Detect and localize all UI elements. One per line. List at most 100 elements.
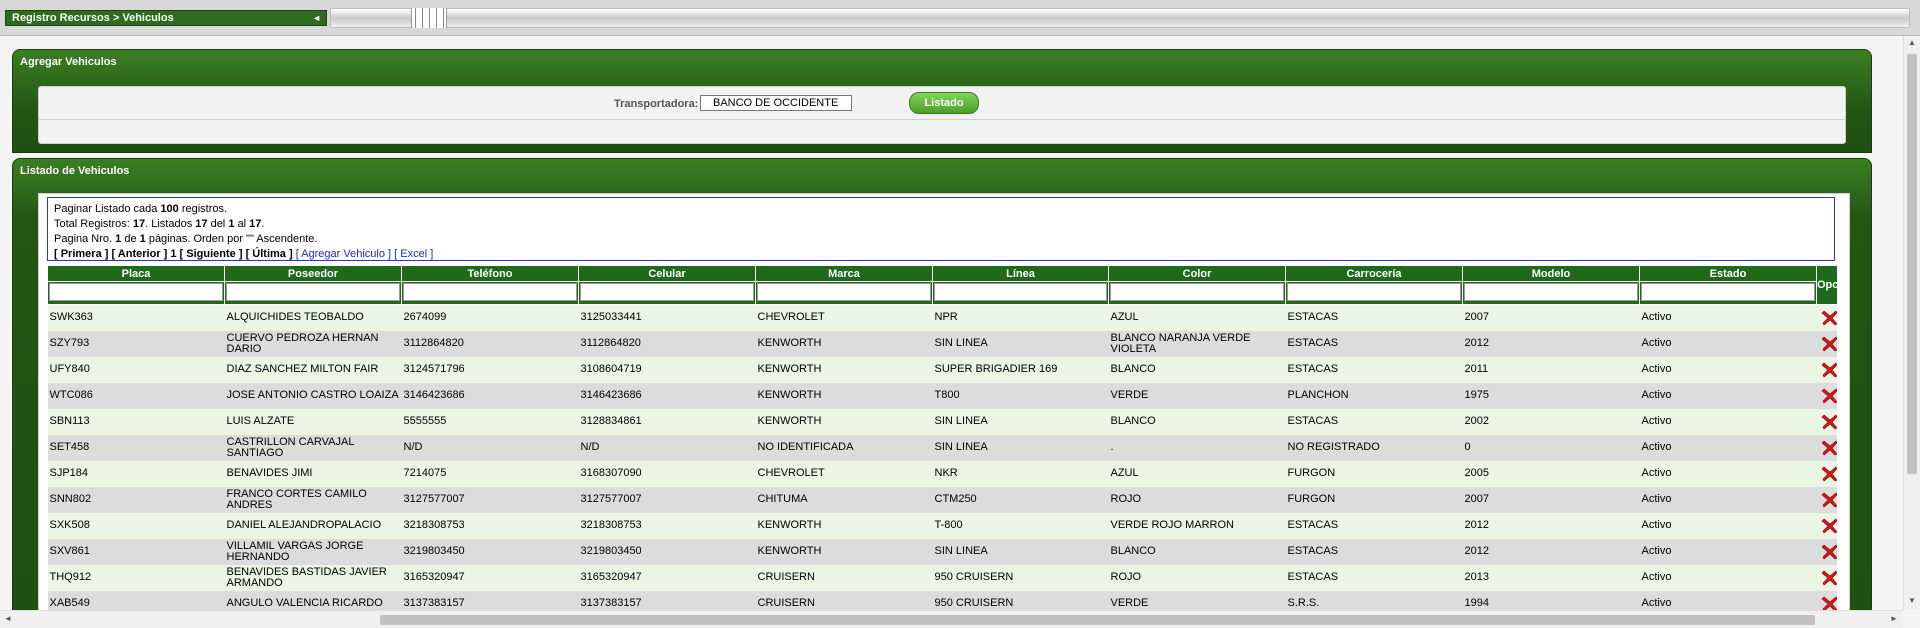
listado-button[interactable]: Listado [909,92,979,114]
column-filter-input[interactable] [1110,283,1284,301]
delete-icon[interactable] [1821,491,1838,509]
table-cell: 3124571796 [401,356,579,383]
scroll-up-icon[interactable]: ▲ [1908,38,1916,47]
delete-icon[interactable] [1821,543,1838,561]
column-filter-cell [47,281,225,305]
excel-link[interactable]: [ Excel ] [394,248,433,260]
row-options [1816,564,1838,591]
table-cell: ESTACAS [1285,356,1463,383]
scroll-right-icon[interactable]: ► [1890,614,1898,623]
scroll-left-icon[interactable]: ◄ [4,614,12,623]
header-row: Placa Poseedor Teléfono Celular Marca Línea Co… [47,265,1837,305]
table-cell: 3146423686 [401,382,579,409]
table-cell: N/D [578,434,756,461]
delete-icon[interactable] [1821,361,1838,379]
column-filter-input[interactable] [226,283,400,301]
table-cell: 3146423686 [578,382,756,409]
breadcrumb[interactable]: Registro Recursos > Vehiculos ◄ [5,10,327,26]
delete-icon[interactable] [1821,439,1838,457]
panel-title: Listado de Vehiculos [20,165,130,177]
delete-icon[interactable] [1821,569,1838,587]
table-cell: KENWORTH [755,356,933,383]
table-row: SET458 CASTRILLON CARVAJAL SANTIAGO N/D N/D… [47,434,1838,461]
table-cell: BLANCO NARANJA VERDE VIOLETA [1108,330,1286,357]
vertical-scrollbar[interactable]: ▲ ▼ [1903,36,1920,610]
horizontal-scrollbar[interactable]: ◄ ► [0,610,1903,628]
column-header[interactable]: Teléfono [401,265,579,282]
column-filter-input[interactable] [1464,283,1638,301]
column-header[interactable]: Poseedor [224,265,402,282]
table-row: SWK363 ALQUICHIDES TEOBALDO 2674099 3125033… [47,304,1838,331]
scroll-thumb[interactable] [380,615,1815,625]
column-filter-cell [401,281,579,305]
table-cell: 2002 [1462,408,1640,435]
table-cell: SNN802 [47,486,225,513]
delete-icon[interactable] [1821,517,1838,535]
vehicle-rows: SWK363 ALQUICHIDES TEOBALDO 2674099 3125033… [47,304,1838,617]
collapse-arrow-icon[interactable]: ◄ [312,11,321,25]
table-row: SZY793 CUERVO PEDROZA HERNAN DARIO 3112864… [47,330,1838,357]
table-cell: 1975 [1462,382,1640,409]
table-cell: ESTACAS [1285,408,1463,435]
delete-icon[interactable] [1821,309,1838,327]
list-box: Paginar Listado cada 100 registros. Tota… [38,193,1850,623]
delete-icon[interactable] [1821,413,1838,431]
table-cell: BENAVIDES BASTIDAS JAVIER ARMANDO [224,564,402,591]
page-line: Pagina Nro. 1 de 1 páginas. Orden por ""… [54,233,318,245]
column-filter-input[interactable] [1641,283,1815,301]
column-filter-input[interactable] [1287,283,1461,301]
table-cell: 2011 [1462,356,1640,383]
drag-handle[interactable] [411,8,447,28]
column-filter-input[interactable] [580,283,754,301]
table-cell: SXV861 [47,538,225,565]
transportadora-label: Transportadora: [614,98,699,110]
table-row: SXK508 DANIEL ALEJANDROPALACIO 3218308753 3… [47,512,1838,539]
column-header[interactable]: Marca [755,265,933,282]
table-cell: 3112864820 [578,330,756,357]
vehicle-list-panel: Listado de Vehiculos Paginar Listado cad… [12,158,1872,623]
column-header[interactable]: Color [1108,265,1286,282]
filter-row [47,281,1838,305]
table-cell: 3127577007 [578,486,756,513]
column-header[interactable]: Estado [1639,265,1817,282]
delete-icon[interactable] [1821,465,1838,483]
table-cell: Activo [1639,486,1817,513]
column-header[interactable]: Línea [932,265,1109,282]
first-page-link[interactable]: [ Primera ] [54,248,108,260]
column-header[interactable]: Celular [578,265,756,282]
row-options [1816,330,1838,357]
column-header[interactable]: Carrocería [1285,265,1463,282]
table-row: THQ912 BENAVIDES BASTIDAS JAVIER ARMANDO 3… [47,564,1838,591]
table-cell: SIN LINEA [932,538,1109,565]
delete-icon[interactable] [1821,387,1838,405]
column-filter-input[interactable] [757,283,931,301]
delete-icon[interactable] [1821,335,1838,353]
column-filter-cell [1639,281,1817,305]
table-cell: 2012 [1462,512,1640,539]
column-filter-input[interactable] [49,283,223,301]
next-page-link[interactable]: [ Siguiente ] [180,248,243,260]
table-cell: Activo [1639,330,1817,357]
column-header[interactable]: Modelo [1462,265,1640,282]
table-cell: 2013 [1462,564,1640,591]
add-vehicle-link[interactable]: [ Agregar Vehiculo ] [296,248,391,260]
last-page-link[interactable]: [ Última ] [246,248,293,260]
table-cell: 2012 [1462,330,1640,357]
table-cell: KENWORTH [755,408,933,435]
column-header[interactable]: Placa [47,265,225,282]
column-filter-input[interactable] [934,283,1107,301]
table-cell: 3165320947 [401,564,579,591]
scroll-down-icon[interactable]: ▼ [1908,596,1916,605]
table-cell: 3108604719 [578,356,756,383]
column-header[interactable]: Opciones [1816,265,1837,305]
table-cell: ESTACAS [1285,330,1463,357]
column-filter-input[interactable] [403,283,577,301]
scroll-thumb[interactable] [1907,54,1917,474]
prev-page-link[interactable]: [ Anterior ] [111,248,167,260]
transportadora-field[interactable] [700,95,852,111]
table-cell: VILLAMIL VARGAS JORGE HERNANDO [224,538,402,565]
table-cell: SXK508 [47,512,225,539]
table-cell: FURGON [1285,486,1463,513]
panel-title: Agregar Vehiculos [20,56,117,68]
table-cell: SZY793 [47,330,225,357]
